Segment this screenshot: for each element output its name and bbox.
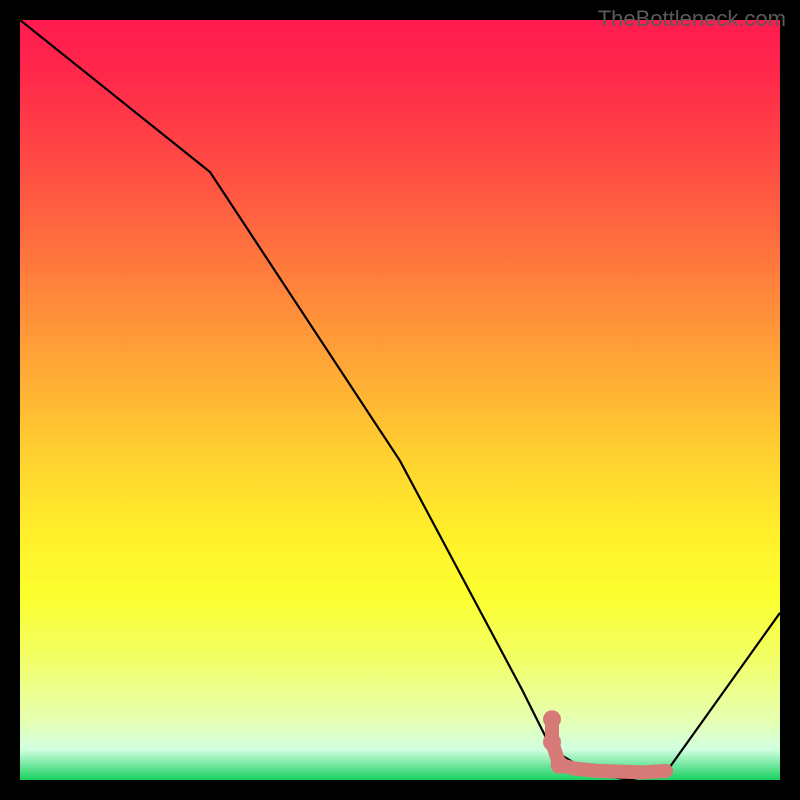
bottleneck-curve-line <box>20 20 780 780</box>
plot-area <box>20 20 780 780</box>
optimal-zone-path <box>552 719 666 772</box>
optimal-marker <box>592 765 604 777</box>
optimal-marker <box>569 763 581 775</box>
optimal-marker <box>660 765 672 777</box>
chart-svg <box>20 20 780 780</box>
optimal-zone-markers <box>543 710 672 778</box>
optimal-marker <box>543 710 561 728</box>
watermark-text: TheBottleneck.com <box>598 6 786 32</box>
optimal-marker <box>543 733 561 751</box>
optimal-marker <box>614 766 626 778</box>
chart-container: TheBottleneck.com <box>0 0 800 800</box>
chart-frame <box>20 20 780 780</box>
optimal-marker <box>551 756 569 774</box>
optimal-marker <box>637 766 649 778</box>
